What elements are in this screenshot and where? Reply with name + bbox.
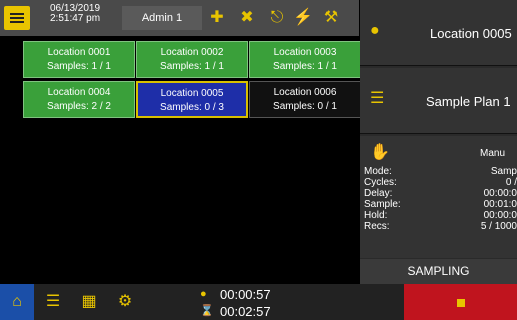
location-samples: Samples: 1 / 1: [160, 61, 224, 72]
location-tile-0002[interactable]: Location 0002 Samples: 1 / 1: [136, 41, 248, 78]
stat-label: Sample:: [364, 199, 401, 210]
remaining-timer: 00:02:57: [220, 304, 271, 319]
datetime: 06/13/2019 2:51:47 pm: [50, 4, 120, 24]
stop-icon: [457, 299, 465, 307]
gear-icon: ⚙: [117, 293, 133, 310]
current-location: Location 0005: [430, 26, 512, 41]
location-samples: Samples: 1 / 1: [273, 61, 337, 72]
stat-labels: Mode: Cycles: Delay: Sample: Hold: Recs:: [364, 166, 424, 232]
sample-plan: Sample Plan 1: [426, 94, 511, 109]
home-icon: ⌂: [12, 293, 22, 310]
stat-value: 0 /: [505, 177, 517, 188]
location-samples: Samples: 1 / 1: [47, 61, 111, 72]
location-name: Location 0003: [273, 47, 337, 58]
time-text: 2:51:47 pm: [50, 13, 101, 24]
elapsed-timer: 00:00:57: [220, 287, 271, 302]
stat-value: Samp: [490, 166, 517, 177]
location-tile-0004[interactable]: Location 0004 Samples: 2 / 2: [23, 81, 135, 118]
mode-value: Manu: [480, 148, 506, 159]
location-name: Location 0001: [47, 47, 111, 58]
location-tile-0006[interactable]: Location 0006 Samples: 0 / 1: [249, 81, 361, 118]
report-button[interactable]: ▦: [72, 284, 106, 320]
list-button[interactable]: ☰: [36, 284, 70, 320]
stat-label: Recs:: [364, 221, 390, 232]
vacuum-icon[interactable]: ⎋: [266, 7, 288, 29]
settings-button[interactable]: ⚙: [108, 284, 142, 320]
menu-button[interactable]: [4, 6, 30, 30]
location-tile-0003[interactable]: Location 0003 Samples: 1 / 1: [249, 41, 361, 78]
stat-label: Delay:: [364, 188, 393, 199]
clock-icon: ●: [200, 288, 207, 300]
stat-label: Hold:: [364, 210, 388, 221]
stat-values: Samp 0 / 00:00:0 00:01:0 00:00:0 5 / 100…: [458, 166, 517, 232]
stat-value: 00:00:0: [483, 210, 517, 221]
location-samples: Samples: 2 / 2: [47, 101, 111, 112]
stat-value: 00:01:0: [483, 199, 517, 210]
location-tile-0001[interactable]: Location 0001 Samples: 1 / 1: [23, 41, 135, 78]
location-tile-0005[interactable]: Location 0005 Samples: 0 / 3: [136, 81, 248, 118]
location-samples: Samples: 0 / 1: [273, 101, 337, 112]
list-view-icon: ☰: [45, 293, 61, 310]
location-pin-icon: ●: [370, 22, 380, 39]
location-name: Location 0005: [160, 88, 224, 99]
hourglass-icon: ⌛: [200, 305, 214, 317]
home-button[interactable]: ⌂: [0, 284, 34, 320]
status-label: SAMPLING: [360, 259, 517, 284]
sample-plan-row[interactable]: ☰ Sample Plan 1: [360, 68, 517, 134]
list-icon: ☰: [370, 90, 385, 107]
current-location-row[interactable]: ● Location 0005: [360, 0, 517, 66]
probe-icon[interactable]: ✚: [206, 7, 228, 29]
location-name: Location 0002: [160, 47, 224, 58]
hand-icon: ✋: [370, 144, 390, 161]
document-icon: ▦: [81, 293, 97, 310]
user-button[interactable]: Admin 1: [122, 6, 202, 30]
stat-value: 5 / 1000: [480, 221, 517, 232]
location-name: Location 0006: [273, 87, 337, 98]
location-samples: Samples: 0 / 3: [160, 102, 224, 113]
wrench-icon[interactable]: ⚒: [320, 7, 342, 29]
stat-label: Cycles:: [364, 177, 397, 188]
location-name: Location 0004: [47, 87, 111, 98]
status-details: ✋ Manu Mode: Cycles: Delay: Sample: Hold…: [360, 136, 517, 258]
stat-label: Mode:: [364, 166, 392, 177]
alarm-off-icon[interactable]: ✖: [236, 7, 258, 29]
power-icon[interactable]: ⚡: [292, 7, 314, 29]
stat-value: 00:00:0: [483, 188, 517, 199]
